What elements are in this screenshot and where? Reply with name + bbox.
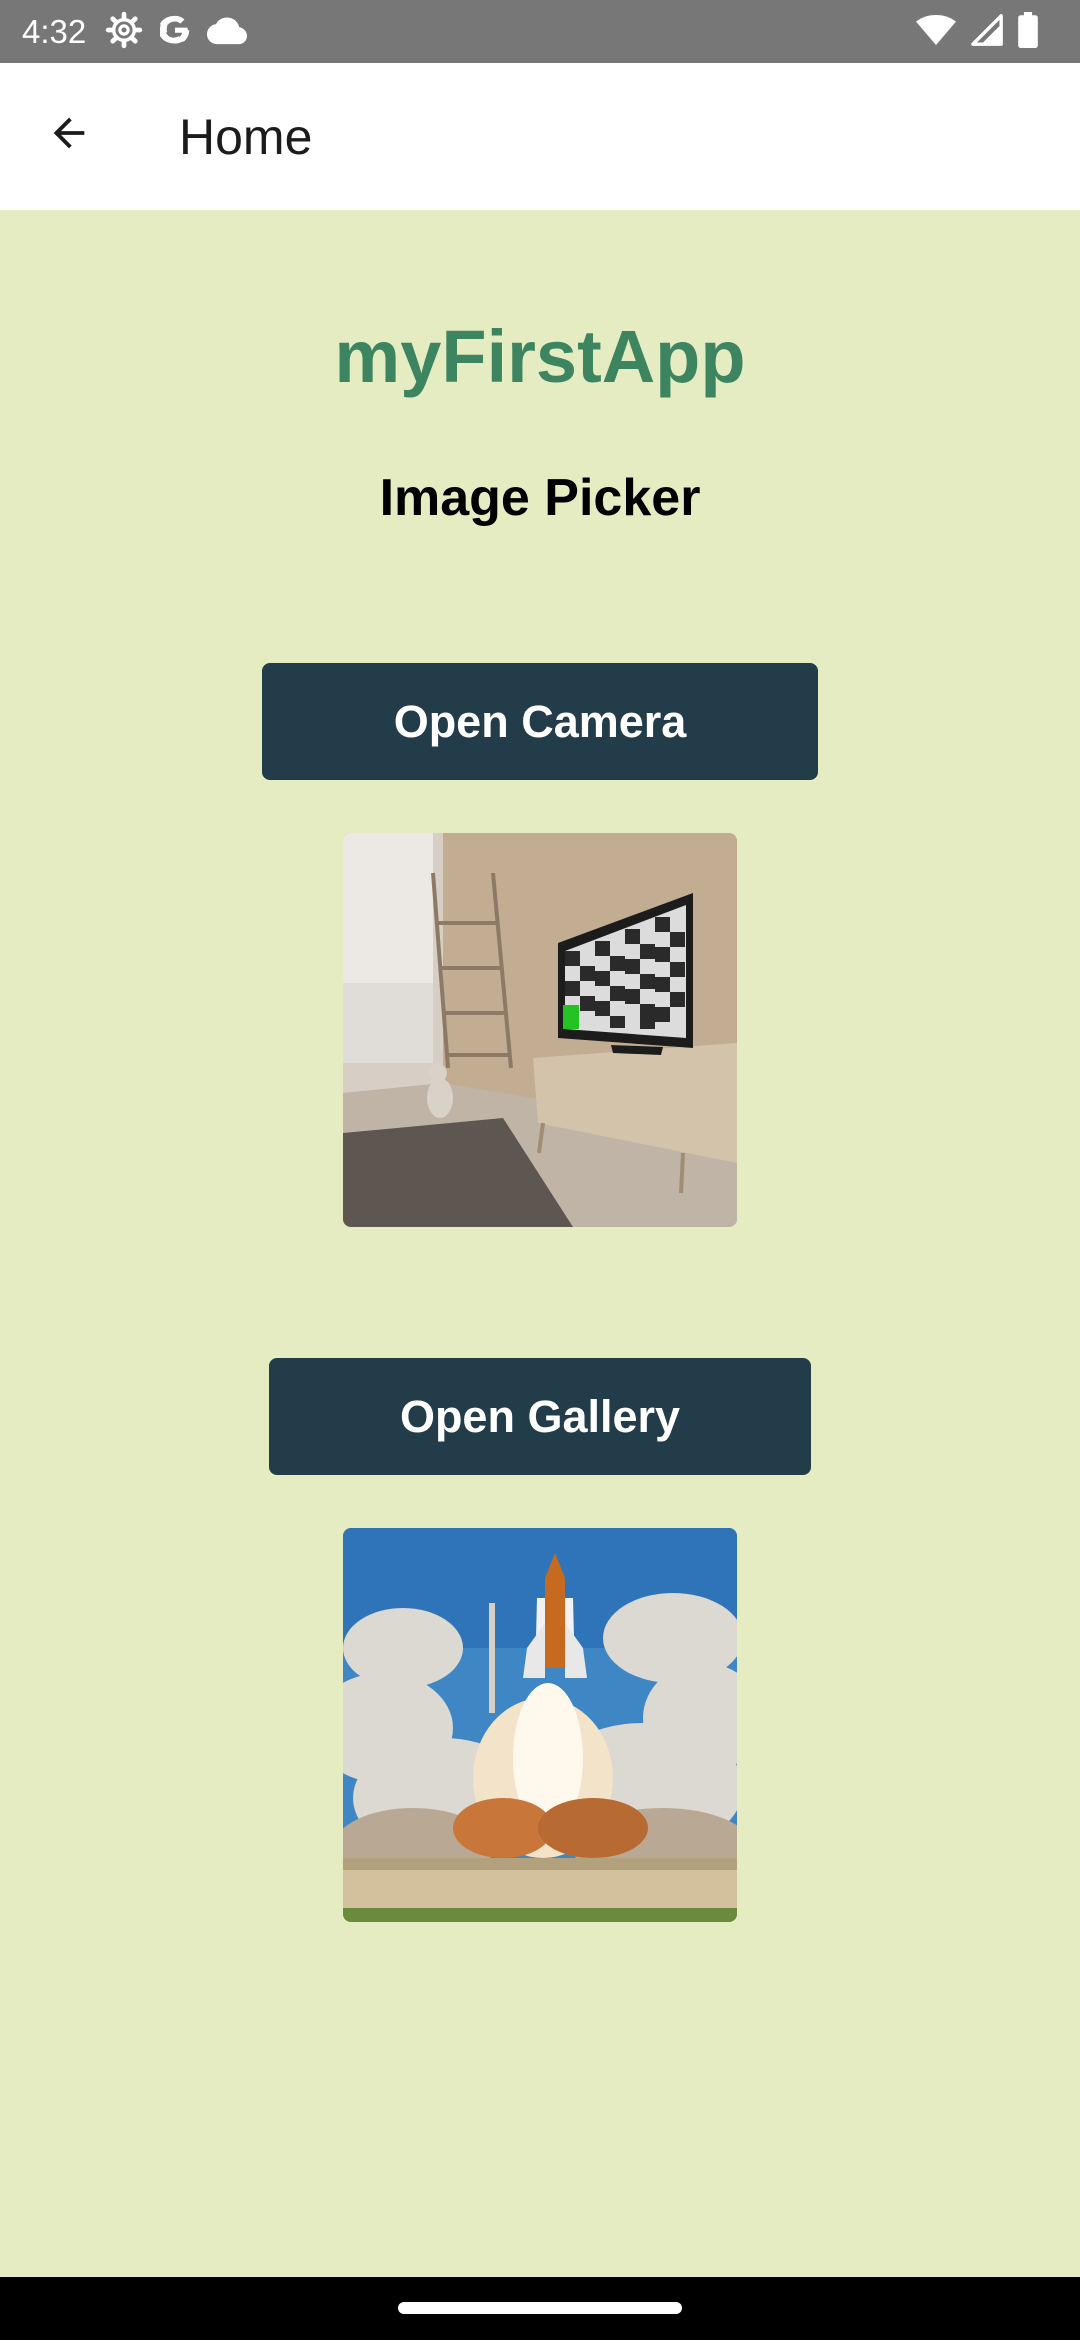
settings-icon (105, 11, 143, 54)
section-title: Image Picker (379, 469, 701, 527)
open-gallery-button[interactable]: Open Gallery (269, 1358, 811, 1475)
wifi-icon (916, 13, 956, 52)
gallery-image (343, 1528, 737, 1922)
status-left-icons (105, 11, 247, 54)
home-gesture-handle[interactable] (398, 2302, 682, 2314)
status-right-icons (916, 11, 1038, 53)
back-button[interactable] (34, 100, 104, 170)
brand-title: myFirstApp (334, 315, 746, 398)
signal-icon (970, 13, 1004, 52)
arrow-back-icon (46, 110, 92, 161)
battery-icon (1018, 11, 1038, 53)
camera-image (343, 833, 737, 1227)
open-camera-button[interactable]: Open Camera (262, 663, 818, 780)
google-icon (157, 12, 193, 53)
status-bar: 4:32 (0, 0, 1080, 63)
cloud-icon (207, 14, 247, 51)
status-time: 4:32 (22, 13, 87, 50)
app-bar-title: Home (179, 109, 313, 165)
app-bar: Home (0, 63, 1080, 210)
